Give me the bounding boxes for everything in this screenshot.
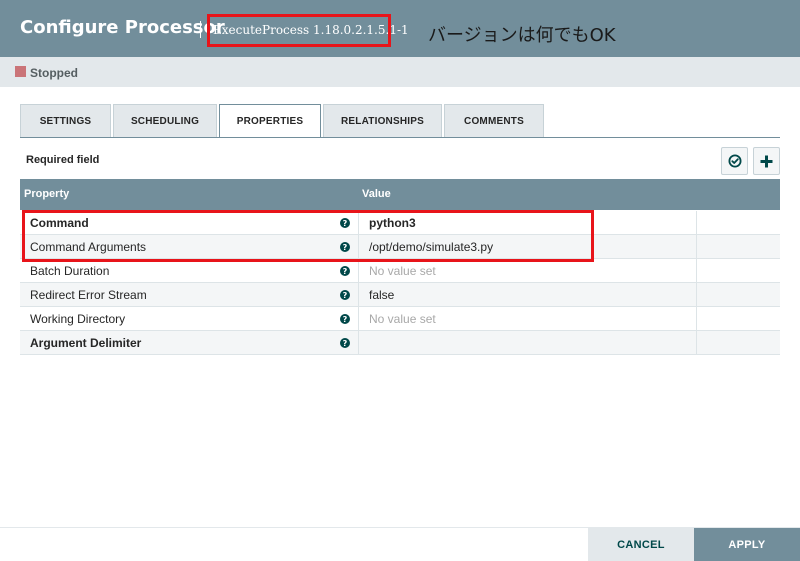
table-row[interactable]: Command ? python3	[20, 211, 780, 235]
add-property-button[interactable]	[753, 147, 780, 175]
table-row[interactable]: Redirect Error Stream ? false	[20, 283, 780, 307]
status-bar: Stopped	[0, 57, 800, 87]
column-divider	[696, 331, 697, 355]
apply-button[interactable]: APPLY	[694, 528, 800, 561]
table-row[interactable]: Argument Delimiter ?	[20, 331, 780, 355]
column-divider	[696, 307, 697, 331]
table-row[interactable]: Working Directory ? No value set	[20, 307, 780, 331]
column-header-property: Property	[24, 188, 70, 200]
tabs-divider	[20, 137, 780, 138]
help-icon[interactable]: ?	[340, 266, 350, 276]
table-row[interactable]: Command Arguments ? /opt/demo/simulate3.…	[20, 235, 780, 259]
annotation-note: バージョンは何でもOK	[428, 25, 616, 46]
column-divider	[358, 235, 359, 259]
property-value[interactable]: python3	[369, 216, 416, 230]
processor-type-version: ExecuteProcess 1.18.0.2.1.5.1-1	[213, 23, 409, 37]
column-divider	[358, 259, 359, 283]
property-value[interactable]: No value set	[369, 312, 436, 326]
column-divider	[358, 331, 359, 355]
column-divider	[696, 235, 697, 259]
column-divider	[696, 283, 697, 307]
tab-scheduling[interactable]: SCHEDULING	[113, 104, 217, 137]
tab-relationships[interactable]: RELATIONSHIPS	[323, 104, 442, 137]
tab-properties[interactable]: PROPERTIES	[219, 104, 321, 138]
dialog-title: Configure Processor	[20, 17, 225, 38]
column-divider	[358, 307, 359, 331]
column-divider	[358, 283, 359, 307]
property-name: Command	[30, 216, 89, 230]
help-icon[interactable]: ?	[340, 314, 350, 324]
verify-properties-button[interactable]	[721, 147, 748, 175]
column-divider	[696, 259, 697, 283]
check-circle-icon	[728, 154, 741, 168]
property-name: Working Directory	[30, 312, 126, 326]
property-value[interactable]: false	[369, 288, 394, 302]
help-icon[interactable]: ?	[340, 338, 350, 348]
help-icon[interactable]: ?	[340, 218, 350, 228]
help-icon[interactable]: ?	[340, 290, 350, 300]
column-divider	[696, 211, 697, 235]
column-divider	[358, 211, 359, 235]
table-row[interactable]: Batch Duration ? No value set	[20, 259, 780, 283]
property-name: Command Arguments	[30, 240, 147, 254]
property-value[interactable]: No value set	[369, 264, 436, 278]
cancel-button[interactable]: CANCEL	[588, 528, 694, 561]
property-name: Batch Duration	[30, 264, 110, 278]
property-name: Argument Delimiter	[30, 336, 142, 350]
property-name: Redirect Error Stream	[30, 288, 147, 302]
tab-comments[interactable]: COMMENTS	[444, 104, 544, 137]
column-header-value: Value	[362, 188, 391, 200]
run-status: Stopped	[30, 66, 78, 80]
properties-table-header: Property Value	[20, 179, 780, 210]
dialog-header: Configure Processor ExecuteProcess 1.18.…	[0, 0, 800, 57]
plus-icon	[760, 155, 773, 167]
property-value[interactable]: /opt/demo/simulate3.py	[369, 240, 493, 254]
help-icon[interactable]: ?	[340, 242, 350, 252]
required-field-label: Required field	[26, 154, 100, 166]
header-separator	[200, 21, 201, 38]
stopped-icon	[15, 66, 26, 77]
tab-settings[interactable]: SETTINGS	[20, 104, 111, 137]
